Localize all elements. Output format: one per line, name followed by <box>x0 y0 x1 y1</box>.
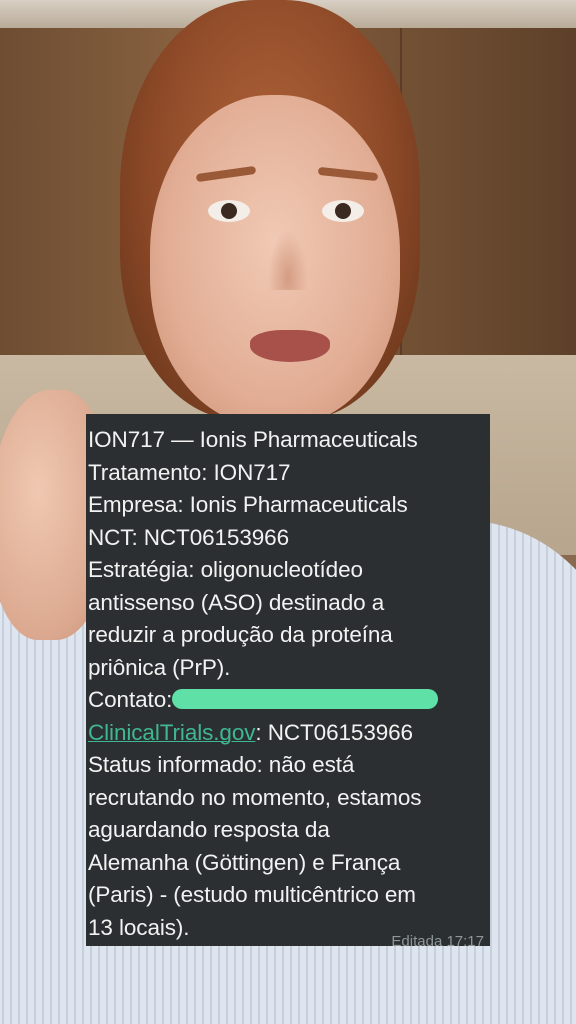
eye <box>322 200 364 222</box>
strategy-line: reduzir a produção da proteína <box>88 622 393 647</box>
message-meta: Editada 17:17 <box>391 933 484 950</box>
message-time: 17:17 <box>446 933 484 950</box>
contact-line: Contato: <box>88 684 482 717</box>
contact-label: Contato: <box>88 687 173 712</box>
nct-line: NCT: NCT06153966 <box>88 524 289 550</box>
clinicaltrials-link[interactable]: ClinicalTrials.gov <box>88 720 256 745</box>
strategy-line: Estratégia: oligonucleotídeo <box>88 557 363 582</box>
nose <box>268 230 308 290</box>
message-title: ION717 — Ionis Pharmaceuticals <box>88 427 418 452</box>
status-line: Alemanha (Göttingen) e França <box>88 849 401 875</box>
edited-label: Editada <box>391 933 443 950</box>
chat-message-bubble: ION717 — Ionis Pharmaceuticals Tratament… <box>86 414 490 950</box>
treatment-line: Tratamento: ION717 <box>88 459 291 485</box>
strategy-line: antissenso (ASO) destinado a <box>88 589 385 615</box>
eye <box>208 200 250 222</box>
strategy-line: priônica (PrP). <box>88 654 231 680</box>
status-line: Status informado: não está <box>88 752 355 777</box>
status-line: aguardando resposta da <box>88 817 330 842</box>
redaction-mark <box>172 689 439 710</box>
status-line: (Paris) - (estudo multicêntrico em <box>88 882 416 907</box>
company-line: Empresa: Ionis Pharmaceuticals <box>88 492 408 517</box>
message-text: ION717 — Ionis Pharmaceuticals Tratament… <box>88 424 482 944</box>
trials-line: ClinicalTrials.gov: NCT06153966 <box>88 717 482 750</box>
trials-suffix: : NCT06153966 <box>255 719 413 745</box>
status-line: recrutando no momento, estamos <box>88 784 422 810</box>
mouth <box>250 330 330 362</box>
